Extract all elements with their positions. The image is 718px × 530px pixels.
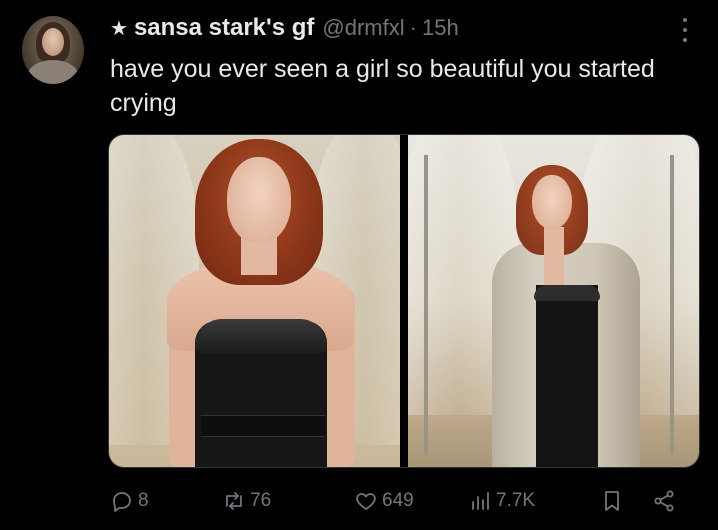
star-icon: ★ xyxy=(110,18,128,40)
photo-left[interactable] xyxy=(109,135,400,467)
stand-pole xyxy=(424,155,428,455)
retweet-count: 76 xyxy=(250,490,272,511)
views-count: 7.7K xyxy=(496,490,536,511)
person-belt xyxy=(201,415,325,437)
like-button[interactable]: 649 xyxy=(354,486,414,516)
share-icon xyxy=(654,490,674,512)
like-count: 649 xyxy=(382,490,414,511)
views-icon xyxy=(472,492,489,510)
tweet-header: ★ sansa stark's gf @drmfxl · 15h xyxy=(110,14,459,42)
more-dot xyxy=(683,28,687,32)
user-handle[interactable]: @drmfxl xyxy=(322,15,404,41)
media-grid xyxy=(108,134,700,468)
avatar[interactable] xyxy=(22,16,84,84)
avatar-shoulders xyxy=(28,60,78,84)
separator-dot: · xyxy=(409,15,417,40)
more-dot xyxy=(683,18,687,22)
person-bustier xyxy=(195,319,327,353)
heart-icon xyxy=(356,493,376,510)
person-neck xyxy=(544,227,564,287)
stand-pole xyxy=(670,155,674,455)
share-button[interactable] xyxy=(652,486,676,516)
avatar-face xyxy=(42,28,64,56)
reply-icon xyxy=(113,492,131,512)
more-icon[interactable] xyxy=(680,18,690,42)
display-name[interactable]: sansa stark's gf xyxy=(134,14,314,42)
reply-button[interactable]: 8 xyxy=(110,486,149,516)
views-button[interactable]: 7.7K xyxy=(468,486,535,516)
timestamp[interactable]: 15h xyxy=(422,15,459,41)
bookmark-button[interactable] xyxy=(600,486,624,516)
retweet-icon xyxy=(226,492,242,510)
reply-count: 8 xyxy=(138,490,149,511)
bookmark-icon xyxy=(605,491,619,511)
tweet-text: have you ever seen a girl so beautiful y… xyxy=(110,55,655,117)
photo-right[interactable] xyxy=(408,135,699,467)
action-bar: 8 76 649 7.7K xyxy=(108,486,708,516)
retweet-button[interactable]: 76 xyxy=(222,486,271,516)
person-bustier xyxy=(534,285,600,301)
person-face xyxy=(532,175,572,229)
more-dot xyxy=(683,38,687,42)
person-dress xyxy=(536,285,598,467)
person-face xyxy=(227,157,291,243)
